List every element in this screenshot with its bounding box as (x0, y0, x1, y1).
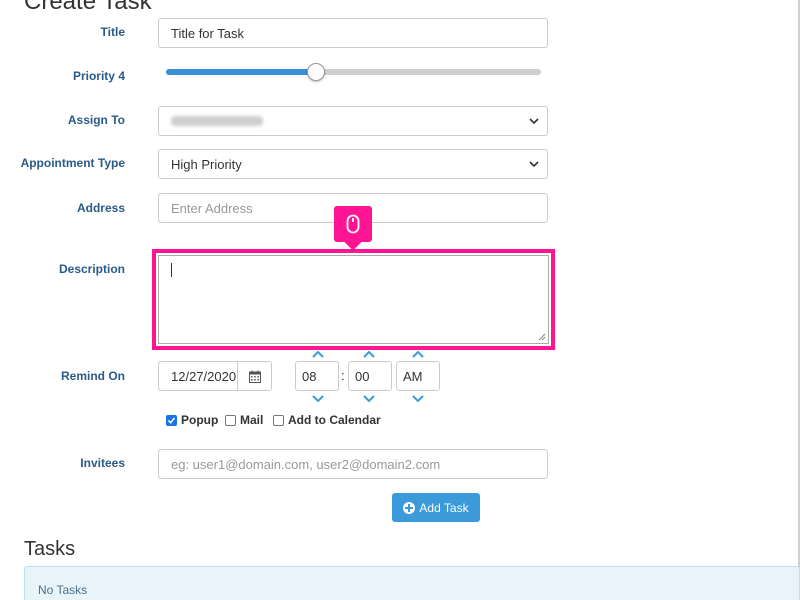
popup-option[interactable]: Popup (166, 413, 218, 427)
priority-slider-fill (166, 69, 316, 75)
no-tasks-message: No Tasks (38, 583, 88, 597)
assign-to-select[interactable] (158, 106, 548, 136)
priority-slider[interactable] (166, 63, 541, 81)
ampm-down-arrow-icon[interactable] (412, 395, 424, 403)
priority-label: Priority 4 (72, 69, 125, 83)
plus-circle-icon (403, 501, 416, 514)
add-task-button[interactable]: Add Task (392, 493, 480, 522)
add-to-calendar-checkbox[interactable] (273, 414, 284, 426)
minute-input[interactable]: 00 (348, 361, 392, 391)
chevron-down-icon (529, 161, 539, 168)
remind-date-input[interactable]: 12/27/2020 (158, 361, 238, 391)
ampm-value: AM (403, 368, 423, 384)
description-label: Description (58, 262, 125, 276)
ampm-toggle[interactable]: AM (396, 361, 440, 391)
calendar-icon (248, 370, 261, 383)
hour-value: 08 (302, 368, 317, 384)
popup-label: Popup (181, 413, 219, 427)
chevron-down-icon (529, 118, 539, 125)
invitees-input[interactable]: eg: user1@domain.com, user2@domain2.com (158, 449, 548, 479)
address-placeholder: Enter Address (171, 200, 253, 216)
assign-to-value-redacted (171, 116, 263, 126)
priority-slider-thumb[interactable] (307, 63, 325, 81)
appointment-type-select[interactable]: High Priority (158, 149, 548, 179)
invitees-placeholder: eg: user1@domain.com, user2@domain2.com (171, 456, 441, 472)
text-caret (171, 263, 172, 277)
check-icon (167, 416, 176, 424)
page-title: Create Task (24, 0, 152, 15)
minute-up-arrow-icon[interactable] (363, 350, 375, 358)
mouse-icon (346, 214, 360, 234)
appointment-type-value: High Priority (171, 156, 242, 172)
minute-value: 00 (355, 368, 370, 384)
ampm-up-arrow-icon[interactable] (412, 350, 424, 358)
click-indicator (334, 206, 372, 251)
description-textarea[interactable] (158, 255, 549, 344)
title-value: Title for Task (171, 25, 244, 41)
minute-down-arrow-icon[interactable] (363, 395, 375, 403)
tasks-panel: No Tasks (24, 566, 800, 600)
tasks-heading: Tasks (24, 538, 76, 560)
assign-to-label: Assign To (67, 113, 125, 127)
remind-on-label: Remind On (60, 369, 125, 383)
title-input[interactable]: Title for Task (158, 18, 548, 48)
hour-up-arrow-icon[interactable] (312, 350, 324, 358)
mail-option[interactable]: Mail (225, 413, 263, 427)
add-to-calendar-label: Add to Calendar (288, 413, 381, 427)
mail-checkbox[interactable] (225, 414, 236, 426)
hour-down-arrow-icon[interactable] (312, 395, 324, 403)
add-task-label: Add Task (419, 500, 469, 515)
time-separator: : (341, 368, 345, 383)
hour-input[interactable]: 08 (295, 361, 339, 391)
address-label: Address (76, 201, 125, 215)
click-indicator-pointer (344, 233, 362, 251)
popup-checkbox[interactable] (166, 414, 177, 426)
remind-date-value: 12/27/2020 (171, 368, 237, 384)
add-to-calendar-option[interactable]: Add to Calendar (273, 413, 381, 427)
title-label: Title (100, 25, 125, 39)
mail-label: Mail (240, 413, 264, 427)
appointment-type-label: Appointment Type (20, 156, 125, 170)
resize-grip-icon[interactable] (538, 333, 546, 341)
invitees-label: Invitees (80, 456, 125, 470)
calendar-button[interactable] (237, 361, 272, 391)
